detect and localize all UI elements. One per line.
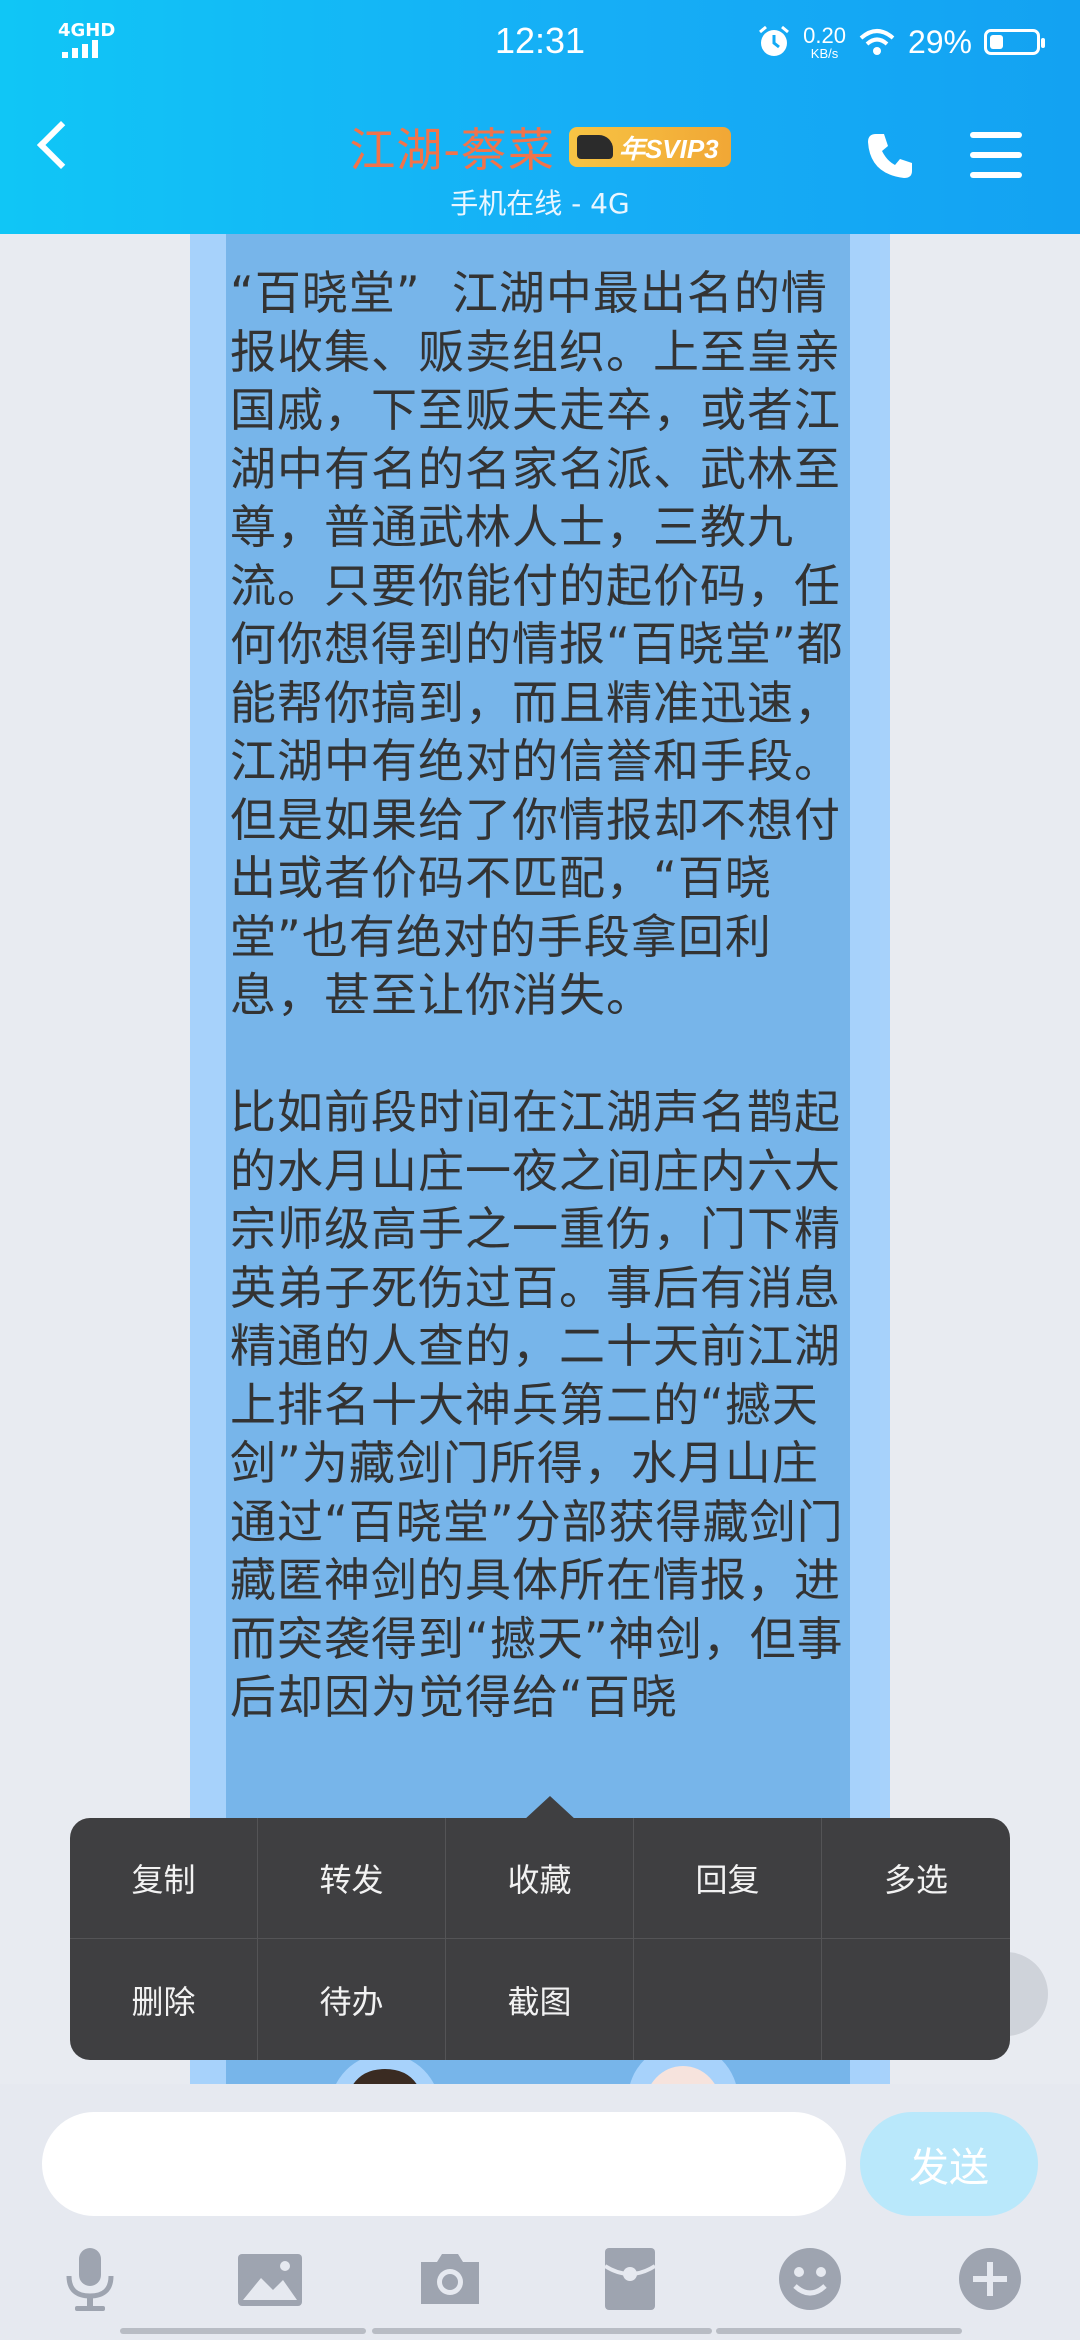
input-bar: 发送 [0, 2084, 1080, 2340]
emoji-icon[interactable] [775, 2244, 845, 2314]
context-menu-arrow [524, 1796, 576, 1820]
menu-item-delete[interactable]: 删除 [70, 1939, 258, 2060]
battery-level [990, 35, 1003, 49]
menu-item-forward[interactable]: 转发 [258, 1818, 446, 1939]
svip-badge[interactable]: 年SVIP3 [568, 127, 731, 167]
menu-icon[interactable] [970, 132, 1022, 178]
speed-unit: KB/s [810, 45, 839, 61]
chat-title: 江湖-蔡菜 [349, 123, 555, 177]
alarm-icon [759, 25, 790, 56]
microphone-icon[interactable] [55, 2244, 125, 2314]
menu-item-favorite[interactable]: 收藏 [446, 1818, 634, 1939]
chat-header: 4GHD 12:31 0.20 KB/s 29% 江湖-蔡菜 年SVIP3 手机… [0, 0, 1080, 234]
tab-indicator [716, 2328, 962, 2334]
battery-icon [984, 29, 1045, 55]
plus-icon[interactable] [955, 2244, 1025, 2314]
menu-item-todo[interactable]: 待办 [258, 1939, 446, 2060]
send-button[interactable]: 发送 [860, 2112, 1038, 2216]
message-text[interactable]: “百晓堂” 江湖中最出名的情报收集、贩卖组织。上至皇亲国戚，下至贩夫走卒，或者江… [230, 264, 850, 1727]
speed-value: 0.20 [803, 22, 846, 48]
network-speed: 0.20 KB/s [803, 22, 846, 61]
red-packet-icon[interactable] [595, 2244, 665, 2314]
tab-indicator [372, 2328, 712, 2334]
svip-badge-label: 年SVIP3 [618, 133, 719, 164]
wifi-icon [859, 29, 895, 55]
vip-hat-icon [576, 135, 613, 159]
image-icon[interactable] [235, 2244, 305, 2314]
phone-icon[interactable] [862, 128, 918, 184]
menu-item-multiselect[interactable]: 多选 [822, 1818, 1010, 1939]
status-right: 0.20 KB/s 29% [757, 20, 1045, 64]
status-bar: 4GHD 12:31 0.20 KB/s 29% [0, 0, 1080, 84]
online-status: 手机在线 - 4G [450, 187, 630, 220]
menu-item-copy[interactable]: 复制 [70, 1818, 258, 1939]
tab-indicator [120, 2328, 366, 2334]
menu-item-empty [634, 1939, 822, 2060]
menu-item-reply[interactable]: 回复 [634, 1818, 822, 1939]
input-toolbar [0, 2244, 1080, 2324]
battery-percent: 29% [907, 23, 972, 60]
camera-icon[interactable] [415, 2244, 485, 2314]
message-input[interactable] [42, 2112, 846, 2216]
message-context-menu: 复制 转发 收藏 回复 多选 删除 待办 截图 [70, 1818, 1010, 2060]
menu-item-screenshot[interactable]: 截图 [446, 1939, 634, 2060]
menu-item-empty [822, 1939, 1010, 2060]
chat-title-area[interactable]: 江湖-蔡菜 年SVIP3 手机在线 - 4G [0, 114, 1080, 222]
